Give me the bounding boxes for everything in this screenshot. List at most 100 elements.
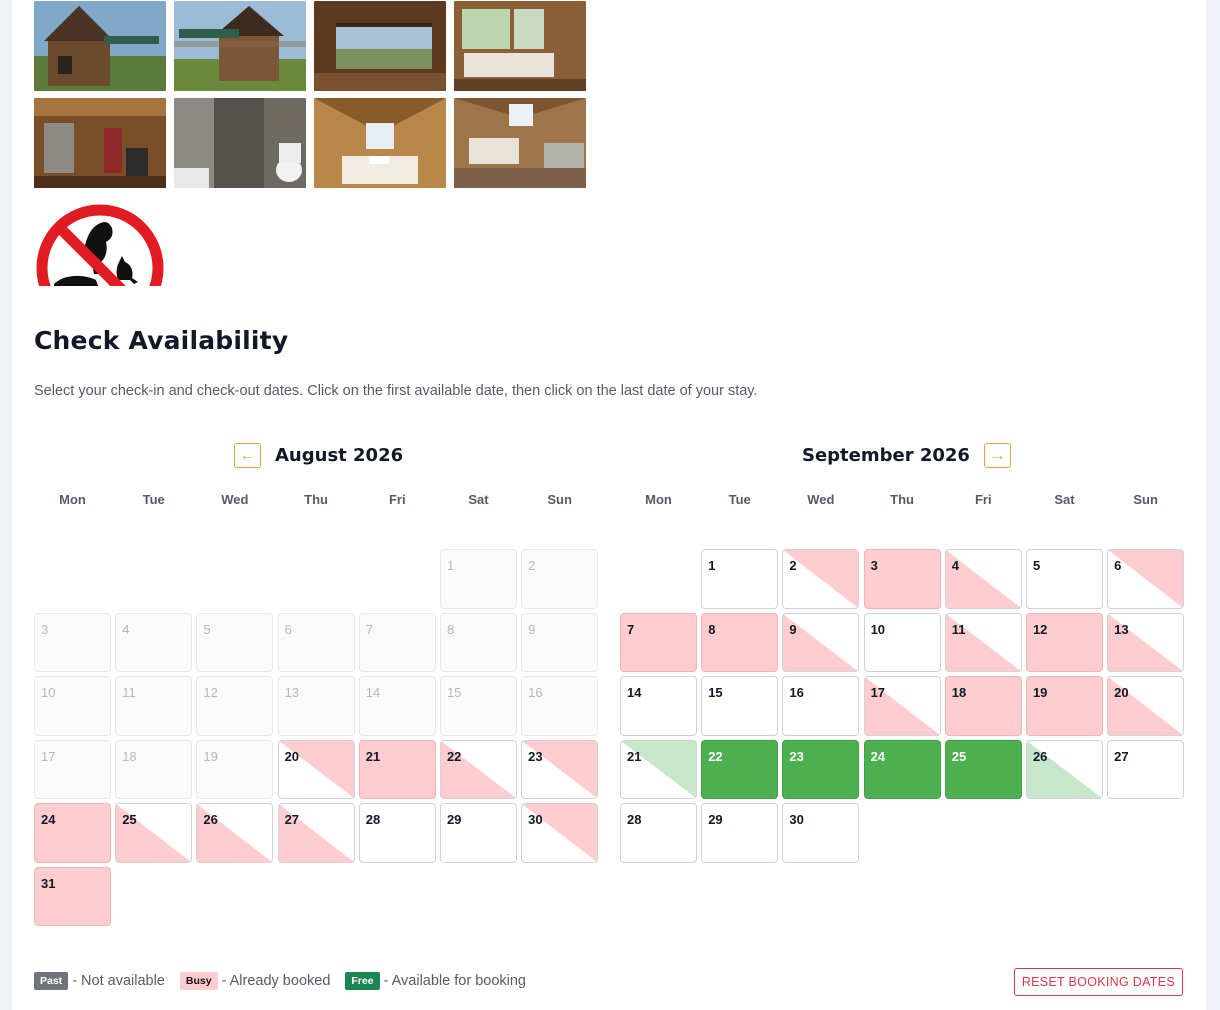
calendar-day[interactable]: 9 bbox=[782, 612, 860, 672]
calendar-day[interactable]: 30 bbox=[782, 803, 860, 863]
calendar-day[interactable]: 26 bbox=[1025, 739, 1103, 799]
day-number: 27 bbox=[284, 812, 300, 827]
day-number: 3 bbox=[870, 558, 878, 573]
reset-booking-dates-button[interactable]: RESET BOOKING DATES bbox=[1013, 968, 1183, 996]
calendar-day[interactable]: 12 bbox=[1025, 612, 1103, 672]
calendar-day[interactable]: 26 bbox=[196, 803, 274, 863]
day-number: 19 bbox=[203, 748, 218, 764]
calendar-blank-cell bbox=[359, 549, 436, 609]
day-number: 13 bbox=[284, 685, 300, 700]
calendar-blank-cell bbox=[34, 549, 111, 609]
calendar-day[interactable]: 5 bbox=[1025, 549, 1103, 609]
calendar-day[interactable]: 29 bbox=[701, 803, 779, 863]
calendar-day[interactable]: 18 bbox=[944, 676, 1022, 736]
weekday-label: Mon bbox=[59, 492, 86, 507]
weekday-label: Fri bbox=[974, 492, 992, 507]
day-number: 15 bbox=[708, 685, 723, 700]
calendar-day[interactable]: 29 bbox=[439, 803, 517, 863]
calendar-day[interactable]: 22 bbox=[701, 739, 779, 799]
photo-thumbnail[interactable] bbox=[454, 98, 586, 188]
day-number: 15 bbox=[446, 685, 462, 700]
availability-instructions: Select your check-in and check-out dates… bbox=[34, 383, 758, 399]
past-badge: Past bbox=[34, 972, 69, 990]
photo-thumbnail[interactable] bbox=[174, 1, 306, 91]
calendar-day[interactable]: 14 bbox=[620, 676, 697, 736]
weekday-label: Tue bbox=[728, 492, 751, 507]
weekday-label: Mon bbox=[645, 492, 672, 507]
day-number: 14 bbox=[627, 685, 642, 700]
next-month-button[interactable]: → bbox=[983, 442, 1011, 468]
photo-thumbnail[interactable] bbox=[454, 1, 586, 91]
calendar-day: 5 bbox=[196, 612, 274, 672]
weekday-label: Thu bbox=[304, 492, 328, 507]
day-number: 18 bbox=[122, 748, 137, 764]
calendar-day[interactable]: 24 bbox=[863, 739, 941, 799]
day-number: 7 bbox=[365, 621, 373, 637]
weekday-header: Mon Tue Wed Thu Fri Sat Sun bbox=[620, 492, 1184, 507]
day-number: 22 bbox=[446, 748, 462, 764]
calendar-day[interactable]: 23 bbox=[782, 739, 860, 799]
calendar-day[interactable]: 20 bbox=[277, 739, 355, 799]
calendar-day[interactable]: 7 bbox=[620, 612, 697, 672]
calendar-day[interactable]: 10 bbox=[863, 612, 941, 672]
calendar-day[interactable]: 22 bbox=[439, 739, 517, 799]
calendar-day[interactable]: 15 bbox=[701, 676, 779, 736]
calendar-day: 4 bbox=[115, 612, 193, 672]
calendar-day: 15 bbox=[439, 676, 517, 736]
calendar-day[interactable]: 3 bbox=[863, 549, 941, 609]
calendar-day[interactable]: 2 bbox=[782, 549, 860, 609]
calendar-day[interactable]: 30 bbox=[521, 803, 599, 863]
calendar-day[interactable]: 16 bbox=[782, 676, 860, 736]
day-number: 2 bbox=[528, 558, 536, 573]
month-title: September 2026 bbox=[802, 444, 970, 466]
calendar-day[interactable]: 28 bbox=[358, 803, 436, 863]
calendar-day[interactable]: 28 bbox=[620, 803, 697, 863]
calendar-day[interactable]: 21 bbox=[358, 739, 436, 799]
calendar-day[interactable]: 17 bbox=[863, 676, 941, 736]
photo-thumbnail[interactable] bbox=[34, 98, 166, 188]
day-number: 20 bbox=[1114, 685, 1129, 700]
calendar-day: 18 bbox=[115, 739, 193, 799]
photo-thumbnail[interactable] bbox=[34, 1, 166, 91]
photo-thumbnail[interactable] bbox=[314, 1, 446, 91]
photo-thumbnail[interactable] bbox=[314, 98, 446, 188]
calendar-day[interactable]: 11 bbox=[944, 612, 1022, 672]
calendar-day[interactable]: 27 bbox=[277, 803, 355, 863]
calendar-day[interactable]: 31 bbox=[34, 866, 111, 926]
calendar-day[interactable]: 1 bbox=[701, 549, 779, 609]
calendar-day[interactable]: 19 bbox=[1025, 676, 1103, 736]
calendar-day[interactable]: 25 bbox=[115, 803, 193, 863]
calendar-day[interactable]: 20 bbox=[1107, 676, 1185, 736]
calendar-day[interactable]: 13 bbox=[1107, 612, 1185, 672]
day-number: 30 bbox=[528, 812, 543, 827]
calendar-day[interactable]: 21 bbox=[620, 739, 697, 799]
day-number: 2 bbox=[789, 558, 797, 573]
calendar-day[interactable]: 27 bbox=[1107, 739, 1185, 799]
day-number: 11 bbox=[122, 685, 136, 700]
legend: Past - Not available Busy - Already book… bbox=[34, 972, 541, 990]
day-number: 21 bbox=[627, 748, 642, 764]
day-number: 6 bbox=[1114, 558, 1122, 573]
calendar-day[interactable]: 25 bbox=[944, 739, 1022, 799]
day-number: 13 bbox=[1114, 621, 1129, 637]
day-number: 5 bbox=[1032, 558, 1041, 573]
day-number: 21 bbox=[365, 748, 381, 764]
calendar-day: 8 bbox=[439, 612, 517, 672]
calendar-day: 2 bbox=[521, 549, 599, 609]
calendar-day: 6 bbox=[277, 612, 355, 672]
august-header: ← August 2026 bbox=[234, 440, 403, 470]
calendar-blank-cell bbox=[196, 549, 273, 609]
day-number: 10 bbox=[41, 685, 56, 700]
day-number: 25 bbox=[951, 748, 967, 764]
calendar-day[interactable]: 6 bbox=[1107, 549, 1185, 609]
calendar-day[interactable]: 4 bbox=[944, 549, 1022, 609]
calendar-day[interactable]: 8 bbox=[701, 612, 779, 672]
calendar-day: 17 bbox=[34, 739, 111, 799]
calendar-day[interactable]: 23 bbox=[521, 739, 599, 799]
weekday-label: Sun bbox=[1133, 492, 1158, 507]
prev-month-button[interactable]: ← bbox=[234, 442, 261, 468]
photo-thumbnail[interactable] bbox=[174, 98, 306, 188]
calendar-day[interactable]: 24 bbox=[34, 803, 111, 863]
weekday-label: Sat bbox=[1054, 492, 1075, 507]
day-number: 26 bbox=[203, 812, 218, 827]
